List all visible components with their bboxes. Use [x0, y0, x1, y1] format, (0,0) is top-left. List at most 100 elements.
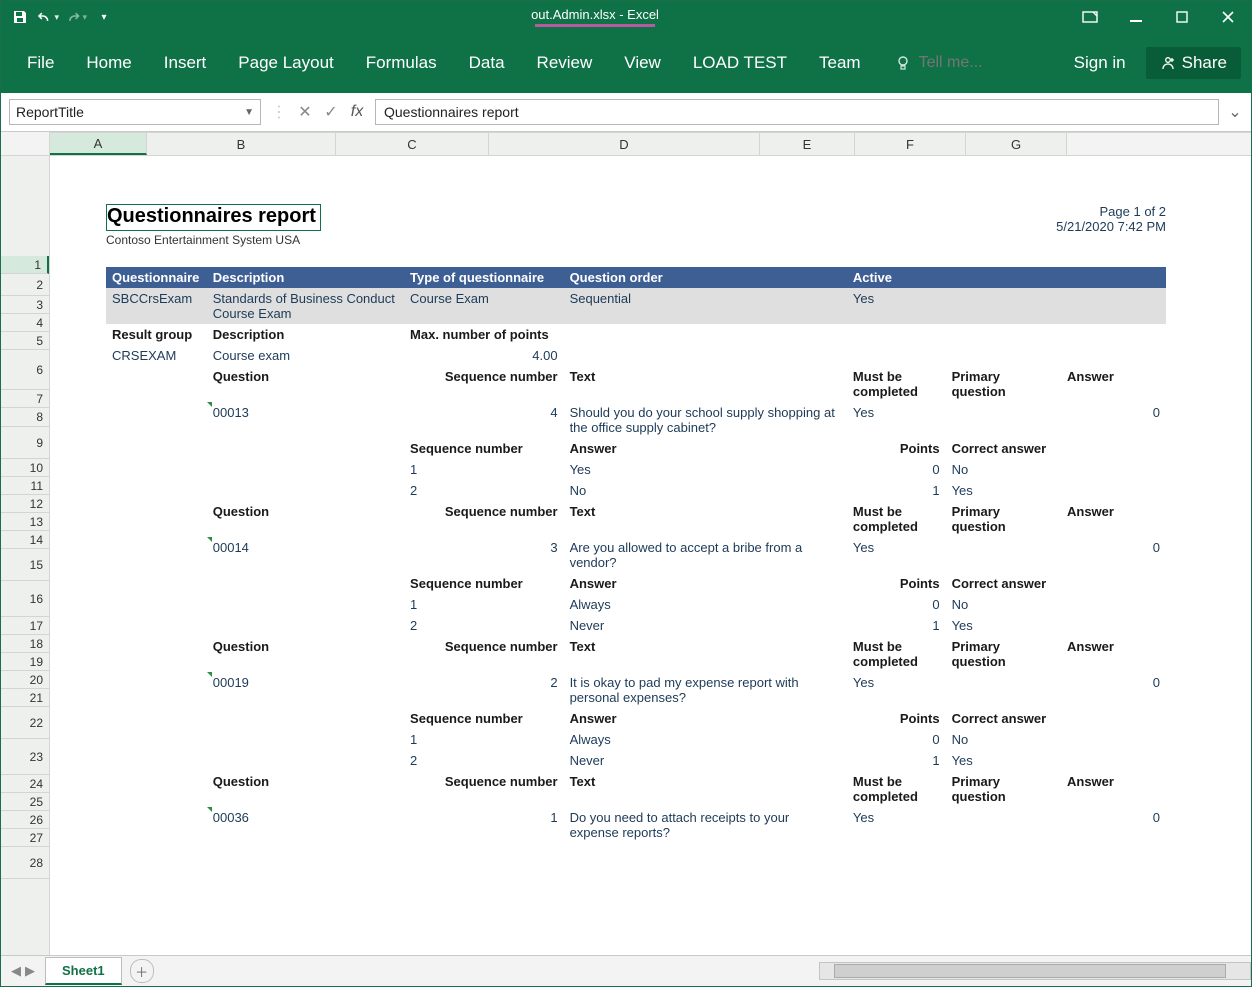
worksheet-area[interactable]: Page 1 of 2 5/21/2020 7:42 PM Questionna…: [50, 156, 1251, 955]
row-header-27[interactable]: 27: [1, 829, 49, 847]
undo-button[interactable]: ▾: [37, 6, 59, 28]
tab-formulas[interactable]: Formulas: [350, 33, 453, 93]
row-header-18[interactable]: 18: [1, 635, 49, 653]
group-row: CRSEXAM Course exam 4.00: [106, 345, 1166, 366]
question-header-row: QuestionSequence numberTextMust be compl…: [106, 771, 1166, 807]
print-page: Page 1 of 2 5/21/2020 7:42 PM Questionna…: [106, 204, 1166, 843]
col-header-d[interactable]: D: [489, 133, 760, 155]
col-header-e[interactable]: E: [760, 133, 855, 155]
formula-input[interactable]: Questionnaires report: [375, 99, 1219, 125]
sign-in-button[interactable]: Sign in: [1064, 47, 1136, 79]
report-title-cell[interactable]: Questionnaires report: [106, 204, 321, 231]
row-header-20[interactable]: 20: [1, 671, 49, 689]
horizontal-ruler: [50, 132, 1251, 133]
tell-me-search[interactable]: [895, 53, 1021, 73]
select-all-cell[interactable]: [1, 132, 50, 155]
row-header-14[interactable]: 14: [1, 531, 49, 549]
name-box[interactable]: ReportTitle ▼: [9, 99, 261, 125]
tab-team[interactable]: Team: [803, 33, 877, 93]
row-header-8[interactable]: 8: [1, 408, 49, 427]
main-order: Sequential: [564, 288, 847, 324]
row-header-9[interactable]: 9: [1, 427, 49, 459]
cancel-formula-button[interactable]: ✕: [295, 102, 315, 122]
minimize-button[interactable]: [1113, 1, 1159, 33]
ans-correct: Yes: [946, 480, 1166, 501]
share-button[interactable]: Share: [1146, 47, 1241, 79]
row-header-2[interactable]: 2: [1, 274, 49, 296]
col-active: Active: [847, 267, 946, 288]
row-header-23[interactable]: 23: [1, 739, 49, 775]
row-header-24[interactable]: 24: [1, 775, 49, 793]
close-button[interactable]: [1205, 1, 1251, 33]
question-header-row: QuestionSequence numberTextMust be compl…: [106, 366, 1166, 402]
row-header-7[interactable]: 7: [1, 390, 49, 408]
question-header-row: QuestionSequence numberTextMust be compl…: [106, 501, 1166, 537]
enter-formula-button[interactable]: ✓: [321, 102, 341, 122]
row-header-28[interactable]: 28: [1, 847, 49, 879]
tab-scroll-left[interactable]: ◀: [11, 963, 21, 979]
row-header-13[interactable]: 13: [1, 513, 49, 531]
sheet-tab-sheet1[interactable]: Sheet1: [45, 957, 122, 985]
main-active: Yes: [847, 288, 946, 324]
row-header-25[interactable]: 25: [1, 793, 49, 811]
tab-load-test[interactable]: LOAD TEST: [677, 33, 803, 93]
col-header-c[interactable]: C: [336, 133, 489, 155]
row-header-26[interactable]: 26: [1, 811, 49, 829]
row-header-16[interactable]: 16: [1, 581, 49, 617]
col-header-a[interactable]: A: [50, 133, 147, 155]
row-header-19[interactable]: 19: [1, 653, 49, 671]
tab-file[interactable]: File: [11, 33, 70, 93]
hdr-ans-correct: Correct answer: [946, 708, 1166, 729]
ribbon-display-button[interactable]: [1067, 1, 1113, 33]
hdr-answer: Answer: [1061, 366, 1166, 402]
answer-header-row: Sequence numberAnswerPointsCorrect answe…: [106, 573, 1166, 594]
tab-page-layout[interactable]: Page Layout: [222, 33, 349, 93]
row-header-4[interactable]: 4: [1, 314, 49, 332]
question-row: 000134Should you do your school supply s…: [106, 402, 1166, 438]
ans-seq: 1: [404, 729, 564, 750]
tab-home[interactable]: Home: [70, 33, 147, 93]
formula-expand-button[interactable]: ⌄: [1227, 102, 1243, 122]
tell-me-input[interactable]: [917, 53, 1021, 73]
horizontal-scrollbar[interactable]: [819, 962, 1251, 980]
ans-points: 1: [847, 750, 946, 771]
hdr-description: Description: [207, 324, 404, 345]
hdr-must: Must be completed: [847, 501, 946, 537]
row-header-22[interactable]: 22: [1, 707, 49, 739]
tab-data[interactable]: Data: [453, 33, 521, 93]
hdr-answer: Answer: [1061, 771, 1166, 807]
add-sheet-button[interactable]: ＋: [130, 959, 154, 983]
row-header-15[interactable]: 15: [1, 549, 49, 581]
hdr-ans-correct: Correct answer: [946, 438, 1166, 459]
row-header-3[interactable]: 3: [1, 296, 49, 314]
tab-scroll-right[interactable]: ▶: [25, 963, 35, 979]
fx-button[interactable]: fx: [347, 103, 367, 121]
row-header-21[interactable]: 21: [1, 689, 49, 707]
row-header-5[interactable]: 5: [1, 332, 49, 350]
ans-points: 0: [847, 594, 946, 615]
row-header-6[interactable]: 6: [1, 350, 49, 390]
row-header-17[interactable]: 17: [1, 617, 49, 635]
col-description: Description: [207, 267, 404, 288]
question-answer: 0: [1061, 537, 1166, 573]
answer-row: 1Yes0No: [106, 459, 1166, 480]
tab-view[interactable]: View: [608, 33, 677, 93]
row-header-1[interactable]: 1: [1, 256, 49, 274]
col-header-g[interactable]: G: [966, 133, 1067, 155]
col-header-f[interactable]: F: [855, 133, 966, 155]
tab-review[interactable]: Review: [521, 33, 609, 93]
tab-insert[interactable]: Insert: [148, 33, 223, 93]
question-text: It is okay to pad my expense report with…: [564, 672, 847, 708]
qat-customize-button[interactable]: ▾: [93, 6, 115, 28]
chevron-down-icon[interactable]: ▼: [244, 107, 254, 118]
maximize-button[interactable]: [1159, 1, 1205, 33]
save-button[interactable]: [9, 6, 31, 28]
question-header-row: QuestionSequence numberTextMust be compl…: [106, 636, 1166, 672]
row-header-12[interactable]: 12: [1, 495, 49, 513]
row-header-10[interactable]: 10: [1, 459, 49, 477]
row-header-11[interactable]: 11: [1, 477, 49, 495]
redo-button[interactable]: ▾: [65, 6, 87, 28]
hdr-ans-seq: Sequence number: [404, 708, 564, 729]
col-header-b[interactable]: B: [147, 133, 336, 155]
ans-seq: 2: [404, 480, 564, 501]
